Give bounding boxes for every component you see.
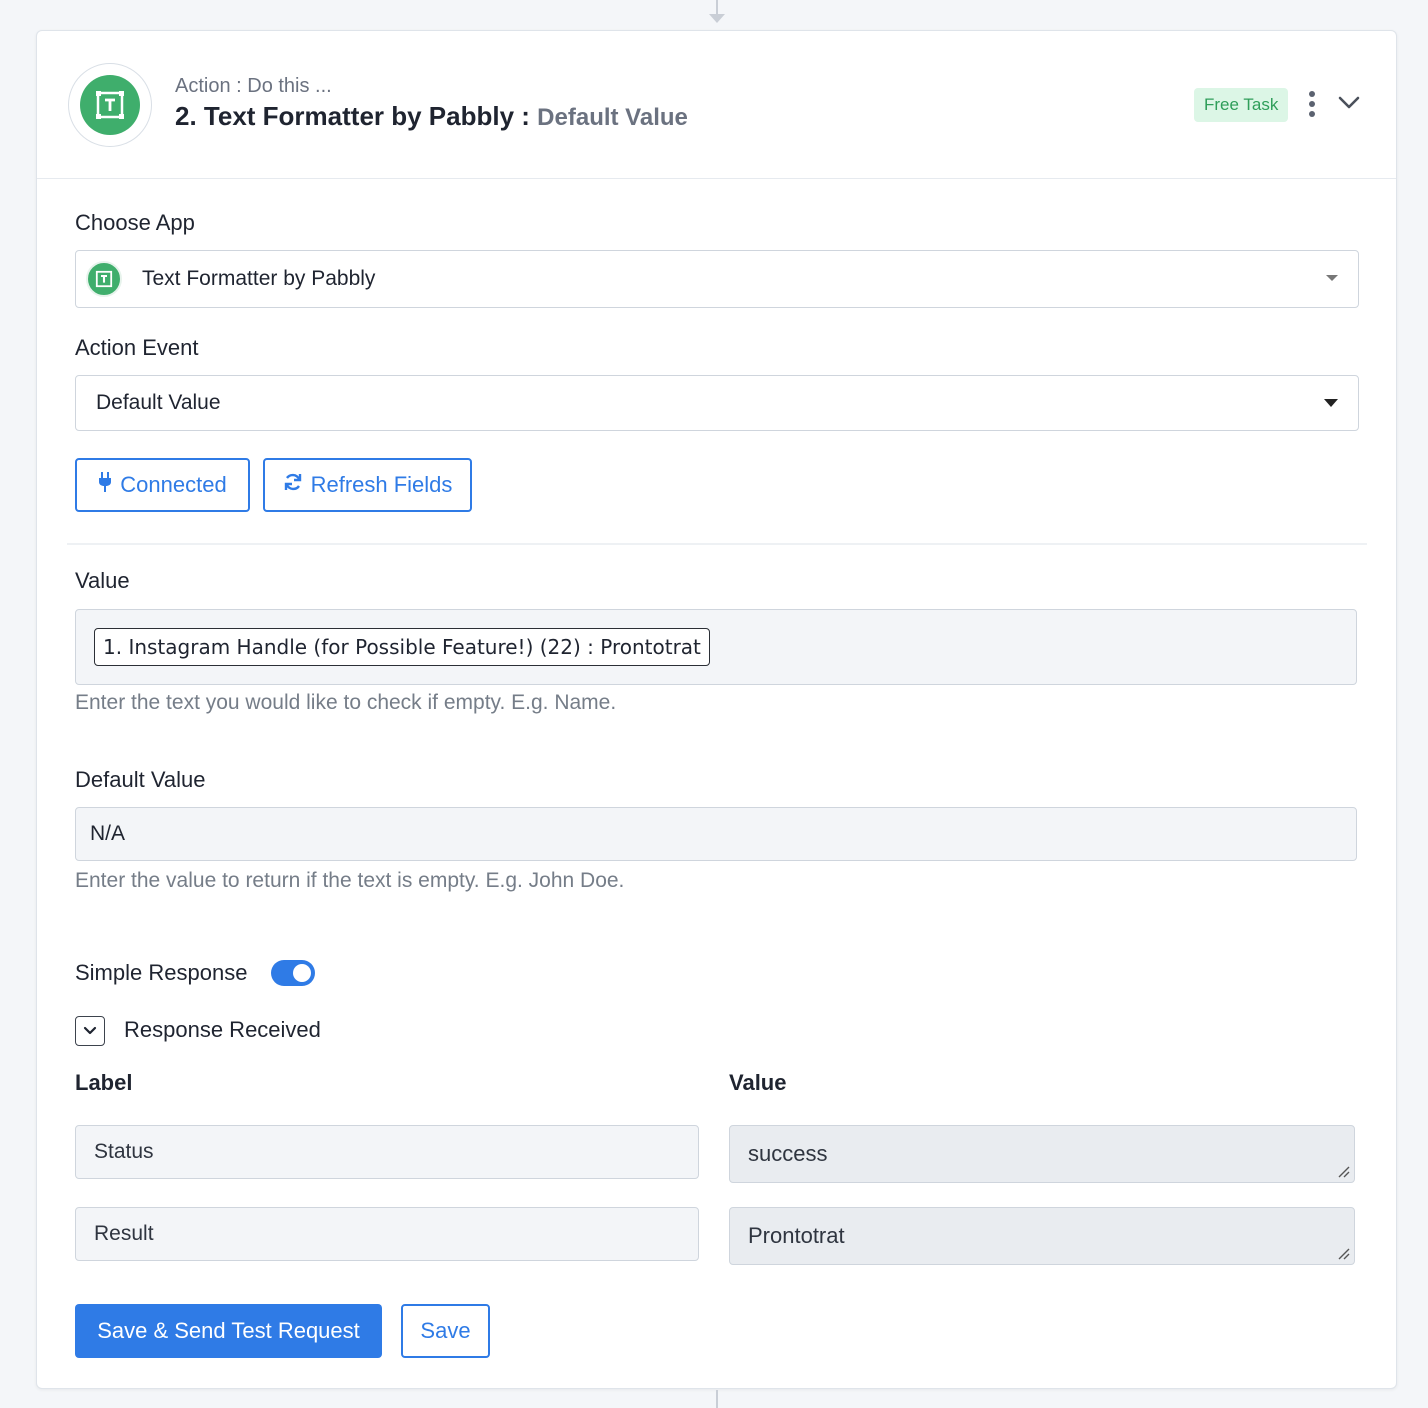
choose-app-select[interactable]: Text Formatter by Pabbly (75, 250, 1359, 308)
kebab-menu-icon[interactable] (1303, 89, 1321, 119)
caret-down-icon (1324, 399, 1338, 407)
action-step-card: Action : Do this ... 2. Text Formatter b… (36, 30, 1397, 1389)
response-value-text: success (748, 1141, 828, 1166)
response-value-status[interactable]: success (729, 1125, 1355, 1183)
app-logo (68, 63, 152, 147)
text-formatter-icon (80, 75, 140, 135)
value-column-header: Value (729, 1070, 787, 1095)
default-value-help-text: Enter the value to return if the text is… (75, 869, 625, 892)
free-task-badge: Free Task (1194, 88, 1289, 122)
choose-app-label: Choose App (75, 210, 195, 235)
response-label-result[interactable]: Result (75, 1207, 699, 1261)
response-label-status[interactable]: Status (75, 1125, 699, 1179)
connected-button-label: Connected (120, 472, 227, 497)
label-column-header: Label (75, 1070, 133, 1095)
default-value-input[interactable]: N/A (75, 807, 1357, 861)
simple-response-toggle[interactable] (271, 960, 315, 986)
chevron-down-icon[interactable] (1337, 91, 1361, 115)
save-button[interactable]: Save (401, 1304, 490, 1358)
step-title: 2. Text Formatter by Pabbly : Default Va… (175, 101, 688, 132)
plug-icon (98, 472, 112, 498)
response-collapse-toggle[interactable] (75, 1016, 105, 1046)
refresh-fields-button[interactable]: Refresh Fields (263, 458, 472, 512)
save-send-test-button[interactable]: Save & Send Test Request (75, 1304, 382, 1358)
action-event-select[interactable]: Default Value (75, 375, 1359, 431)
refresh-fields-button-label: Refresh Fields (310, 472, 453, 497)
flow-arrow-icon (709, 14, 725, 23)
flow-connector-bottom (716, 1390, 718, 1408)
section-divider (67, 543, 1367, 545)
resize-grip-icon[interactable] (1336, 1164, 1350, 1178)
simple-response-label: Simple Response (75, 960, 248, 985)
default-value-text: N/A (90, 822, 126, 845)
resize-grip-icon[interactable] (1336, 1246, 1350, 1260)
value-input[interactable]: 1. Instagram Handle (for Possible Featur… (75, 609, 1357, 685)
refresh-icon (283, 472, 303, 498)
action-event-value: Default Value (96, 391, 221, 414)
value-help-text: Enter the text you would like to check i… (75, 691, 617, 714)
response-received-label: Response Received (124, 1017, 321, 1042)
chevron-down-icon (83, 1026, 97, 1035)
step-subtitle: Action : Do this ... (175, 75, 332, 97)
text-formatter-icon (86, 261, 122, 297)
mapped-field-token[interactable]: 1. Instagram Handle (for Possible Featur… (94, 628, 710, 666)
step-event-name: Default Value (537, 104, 688, 131)
choose-app-value: Text Formatter by Pabbly (142, 267, 376, 290)
card-header[interactable]: Action : Do this ... 2. Text Formatter b… (37, 31, 1396, 179)
step-app-title: 2. Text Formatter by Pabbly : (175, 101, 530, 131)
value-label: Value (75, 568, 130, 593)
default-value-label: Default Value (75, 767, 206, 792)
connected-button[interactable]: Connected (75, 458, 250, 512)
caret-down-icon (1326, 275, 1338, 281)
response-value-result[interactable]: Prontotrat (729, 1207, 1355, 1265)
response-value-text: Prontotrat (748, 1223, 845, 1248)
action-event-label: Action Event (75, 335, 199, 360)
toggle-knob (293, 964, 311, 982)
